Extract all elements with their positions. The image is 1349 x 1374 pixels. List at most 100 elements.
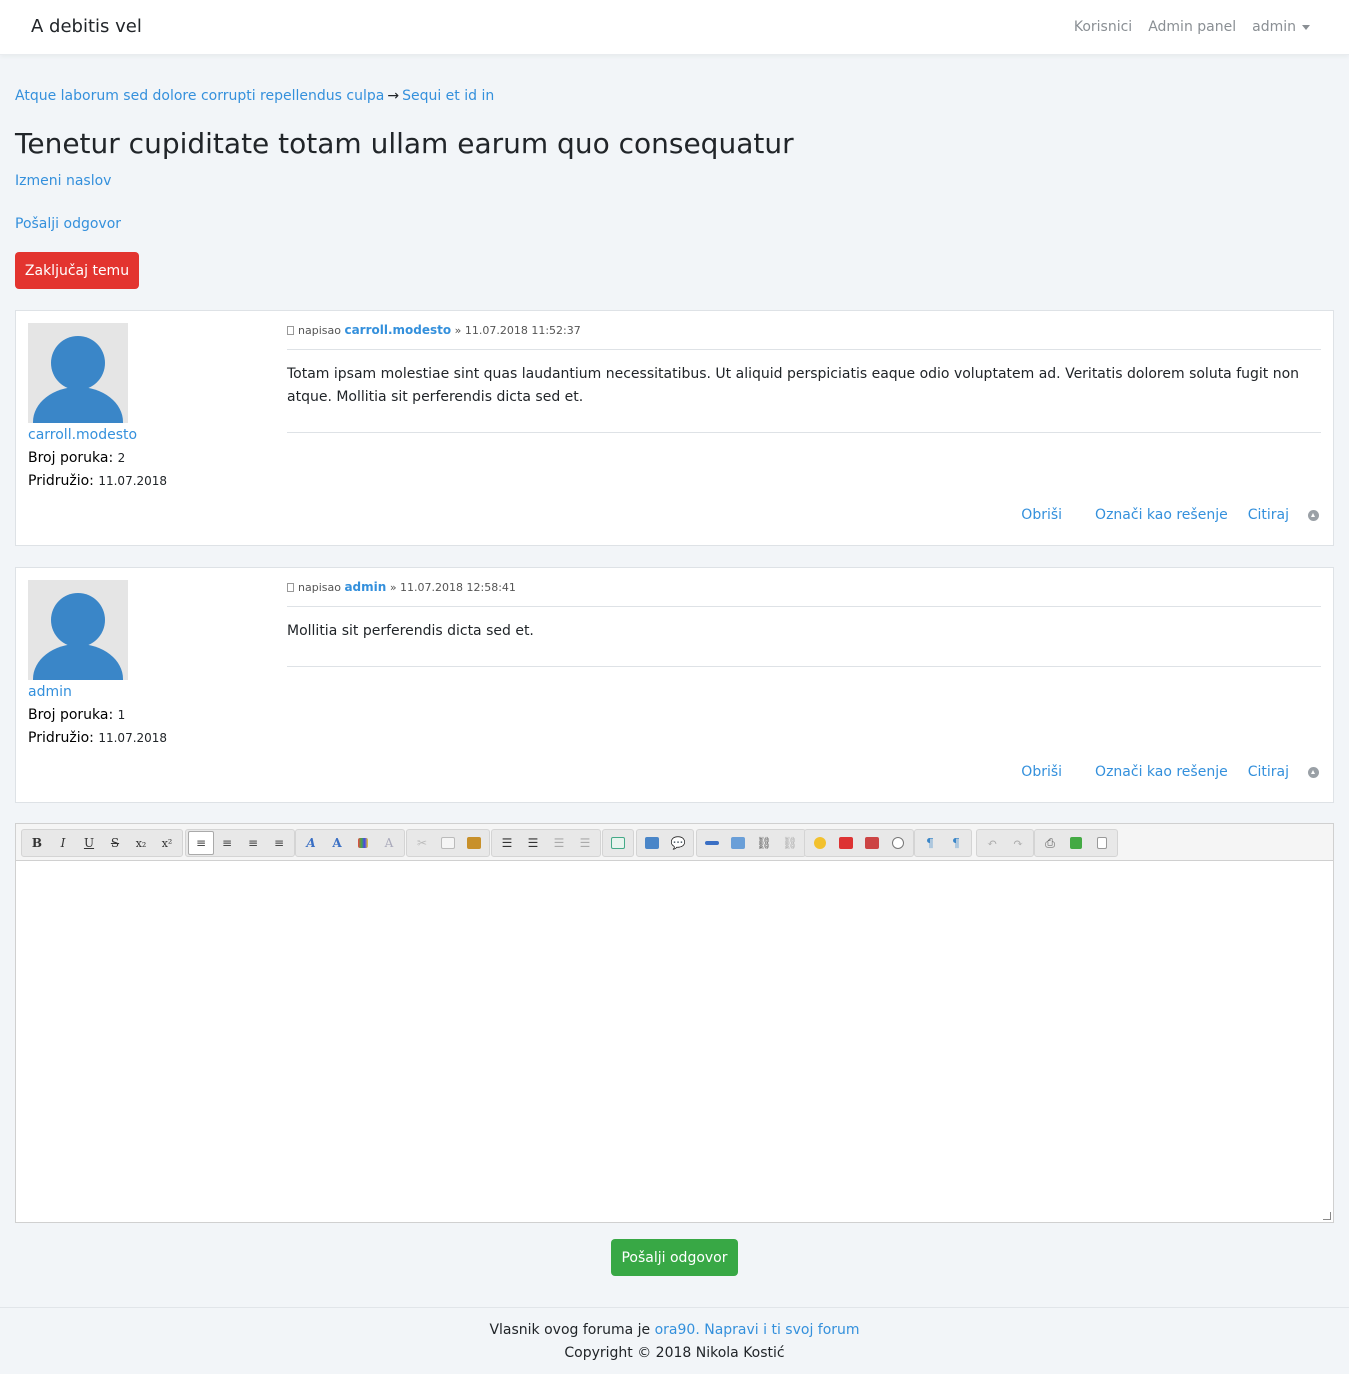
align-justify-icon[interactable]: ≡ [266,831,292,855]
delete-link[interactable]: Obriši [1021,507,1062,523]
delete-link[interactable]: Obriši [1021,764,1062,780]
image-icon[interactable] [725,831,751,855]
time-icon[interactable] [885,831,911,855]
navbar: A debitis vel Korisnici Admin panel admi… [0,0,1349,55]
editor-textarea[interactable] [16,861,1333,1222]
rtl-icon[interactable]: ¶ [943,831,969,855]
brand-link[interactable]: A debitis vel [31,16,142,37]
list-group: ☰ ☰ ☰ ☰ [491,829,601,857]
outdent-icon[interactable]: ☰ [546,831,572,855]
copy-icon[interactable] [435,831,461,855]
post: carroll.modesto Broj poruka: 2 Pridružio… [15,310,1334,546]
code-icon[interactable] [639,831,665,855]
breadcrumb-parent-link[interactable]: Atque laborum sed dolore corrupti repell… [15,88,384,104]
caret-down-icon [1302,24,1310,30]
indent-icon[interactable]: ☰ [572,831,598,855]
user-dropdown[interactable]: admin [1252,19,1310,35]
scroll-up-icon[interactable] [1308,766,1319,778]
strike-button[interactable]: S [102,831,128,855]
owner-link[interactable]: ora90. [655,1322,700,1338]
horizontal-rule-icon[interactable] [699,831,725,855]
font-group: A A A [295,829,405,857]
post-text: Totam ipsam molestiae sint quas laudanti… [287,366,1300,405]
align-right-icon[interactable]: ≡ [240,831,266,855]
divider [287,606,1321,607]
divider [287,349,1321,350]
superscript-button[interactable]: x² [154,831,180,855]
nav-admin-panel-link[interactable]: Admin panel [1148,19,1236,35]
breadcrumb: Atque laborum sed dolore corrupti repell… [15,88,494,104]
youtube-icon[interactable] [833,831,859,855]
breadcrumb-arrow: → [387,88,400,104]
scroll-up-icon[interactable] [1308,509,1319,521]
resize-handle-icon[interactable] [1323,1212,1331,1220]
make-forum-link[interactable]: Napravi i ti svoj forum [704,1322,859,1338]
print-icon[interactable]: ⎙ [1037,831,1063,855]
message-count: Broj poruka: 2 [28,450,126,466]
media-group [804,829,914,857]
user-name: admin [1252,19,1296,35]
message-count: Broj poruka: 1 [28,707,126,723]
copyright: Copyright © 2018 Nikola Kostić [564,1345,785,1361]
submit-reply-button[interactable]: Pošalji odgovor [611,1239,738,1276]
divider [287,666,1321,667]
table-group [602,829,634,857]
numbered-list-icon[interactable]: ☰ [520,831,546,855]
code-group: 💬 [636,829,694,857]
maximize-icon[interactable] [1063,831,1089,855]
divider [287,432,1321,433]
mark-solution-link[interactable]: Označi kao rešenje [1095,507,1228,523]
date-icon[interactable] [859,831,885,855]
link-icon[interactable]: ⛓ [751,831,777,855]
quote-icon[interactable]: 💬 [665,831,691,855]
nav-links: Korisnici Admin panel admin [1074,19,1310,35]
bullet-list-icon[interactable]: ☰ [494,831,520,855]
post-date: 11.07.2018 12:58:41 [400,581,516,594]
paste-icon[interactable] [461,831,487,855]
insert-group: ⛓ ⛓ [696,829,806,857]
redo-icon[interactable]: ↷ [1005,831,1031,855]
ltr-icon[interactable]: ¶ [917,831,943,855]
align-group: ≡ ≡ ≡ ≡ [185,829,295,857]
editor-toolbar: B I U S x₂ x² ≡ ≡ ≡ ≡ A A A ✂ ☰ ☰ ☰ ☰ 💬 … [16,824,1333,861]
align-left-icon[interactable]: ≡ [188,831,214,855]
font-icon[interactable]: A [298,831,324,855]
author-link[interactable]: admin [28,684,72,700]
bold-button[interactable]: B [24,831,50,855]
align-center-icon[interactable]: ≡ [214,831,240,855]
post-author-link[interactable]: carroll.modesto [344,323,451,337]
color-icon[interactable] [350,831,376,855]
post-meta: napisao carroll.modesto » 11.07.2018 11:… [287,323,581,337]
joined-date: Pridružio: 11.07.2018 [28,473,168,489]
lock-topic-button[interactable]: Zaključaj temu [15,252,139,289]
send-reply-link[interactable]: Pošalji odgovor [15,216,121,232]
post-author-link[interactable]: admin [344,580,386,594]
unlink-icon[interactable]: ⛓ [777,831,803,855]
post-meta: napisao admin » 11.07.2018 12:58:41 [287,580,516,594]
author-link[interactable]: carroll.modesto [28,427,137,443]
mark-solution-link[interactable]: Označi kao rešenje [1095,764,1228,780]
post-text: Mollitia sit perferendis dicta sed et. [287,623,534,639]
joined-date: Pridružio: 11.07.2018 [28,730,168,746]
cut-icon[interactable]: ✂ [409,831,435,855]
page-title: Tenetur cupiditate totam ullam earum quo… [15,127,794,160]
emoji-icon[interactable] [807,831,833,855]
direction-group: ¶ ¶ [914,829,972,857]
nav-users-link[interactable]: Korisnici [1074,19,1132,35]
post: admin Broj poruka: 1 Pridružio: 11.07.20… [15,567,1334,803]
remove-format-icon[interactable]: A [376,831,402,855]
underline-button[interactable]: U [76,831,102,855]
font-size-icon[interactable]: A [324,831,350,855]
reply-editor: B I U S x₂ x² ≡ ≡ ≡ ≡ A A A ✂ ☰ ☰ ☰ ☰ 💬 … [15,823,1334,1223]
edit-title-link[interactable]: Izmeni naslov [15,173,111,189]
undo-icon[interactable]: ↶ [979,831,1005,855]
source-icon[interactable] [1089,831,1115,855]
quote-link[interactable]: Citiraj [1248,507,1289,523]
post-date: 11.07.2018 11:52:37 [464,324,581,337]
table-icon[interactable] [605,831,631,855]
format-group: B I U S x₂ x² [21,829,183,857]
subscript-button[interactable]: x₂ [128,831,154,855]
italic-button[interactable]: I [50,831,76,855]
quote-link[interactable]: Citiraj [1248,764,1289,780]
breadcrumb-current-link[interactable]: Sequi et id in [402,88,494,104]
